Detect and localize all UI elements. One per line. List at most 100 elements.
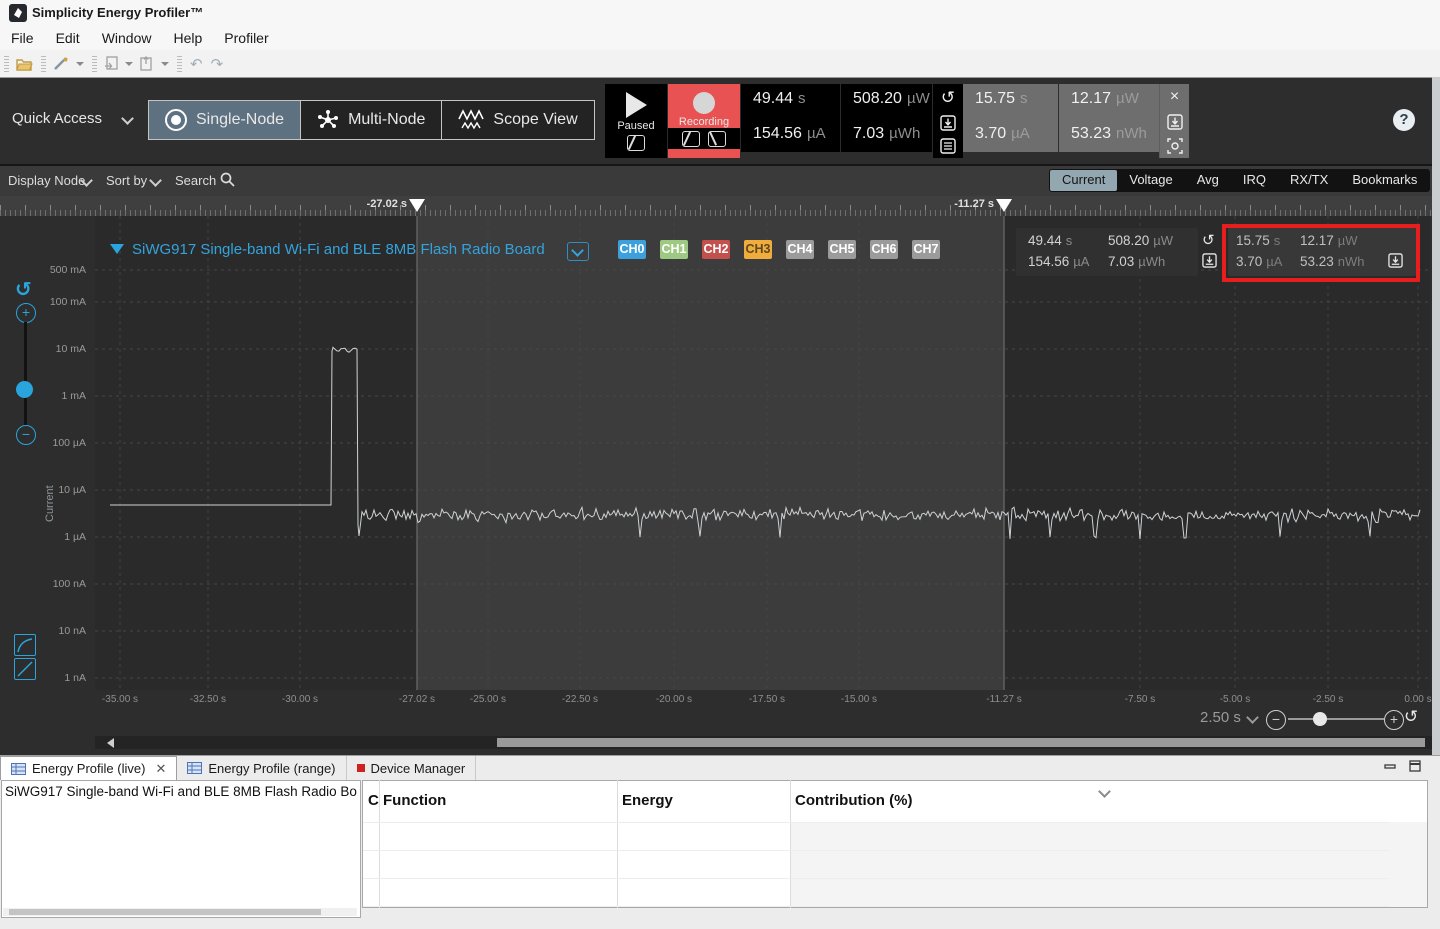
- clear-data-icon[interactable]: [682, 131, 700, 147]
- zoom-slider-track[interactable]: [24, 322, 27, 426]
- node-list-scrollbar-thumb[interactable]: [9, 909, 321, 915]
- column-options-chevron-icon[interactable]: [1100, 783, 1109, 801]
- channel-badge-ch0[interactable]: CH0: [618, 240, 646, 259]
- maximize-panel-icon[interactable]: [1408, 759, 1422, 773]
- node-list-scrollbar[interactable]: [3, 908, 357, 916]
- device-dropdown-button[interactable]: [567, 242, 589, 261]
- range-stats-actions: ×: [1159, 84, 1189, 158]
- open-folder-icon[interactable]: [16, 57, 34, 71]
- header-export-live-icon[interactable]: [1202, 253, 1217, 268]
- tab-rxtx[interactable]: RX/TX: [1278, 170, 1340, 191]
- device-name[interactable]: SiWG917 Single-band Wi-Fi and BLE 8MB Fl…: [132, 241, 545, 258]
- tab-bookmarks[interactable]: Bookmarks: [1340, 170, 1429, 191]
- channel-badge-ch2[interactable]: CH2: [702, 240, 730, 259]
- clear-session-icon[interactable]: [708, 131, 726, 147]
- tab-irq[interactable]: IRQ: [1231, 170, 1278, 191]
- menu-file[interactable]: File: [0, 26, 45, 50]
- export-icon[interactable]: [140, 56, 154, 71]
- chart-horizontal-scrollbar[interactable]: [95, 736, 1432, 749]
- toolbar-drag-handle: [92, 56, 97, 72]
- zoom-out-button[interactable]: −: [16, 425, 36, 445]
- display-node-dropdown[interactable]: Display Node: [8, 173, 85, 188]
- node-list-item[interactable]: SiWG917 Single-band Wi-Fi and BLE 8MB Fl…: [5, 784, 357, 799]
- import-dropdown-icon[interactable]: [125, 62, 133, 66]
- zoom-window-slider-handle[interactable]: [1313, 712, 1327, 726]
- single-node-label: Single-Node: [196, 111, 284, 129]
- channel-badge-ch4[interactable]: CH4: [786, 240, 814, 259]
- close-range-icon[interactable]: ×: [1170, 88, 1179, 106]
- header-live-current: 154.56µA: [1028, 253, 1089, 271]
- chart-scrollbar-thumb[interactable]: [497, 738, 1425, 747]
- menu-edit[interactable]: Edit: [45, 26, 91, 50]
- zoom-slider-handle[interactable]: [16, 381, 33, 398]
- search-label[interactable]: Search: [175, 173, 216, 188]
- chart-vertical-scrollbar[interactable]: [1432, 77, 1440, 755]
- channel-badge-ch6[interactable]: CH6: [870, 240, 898, 259]
- zoom-window-in-button[interactable]: +: [1384, 710, 1404, 730]
- current-plot[interactable]: [95, 216, 1430, 690]
- forward-icon[interactable]: ↷: [211, 55, 224, 73]
- time-ruler[interactable]: -27.02 s-11.27 s: [0, 196, 1432, 216]
- col-header-function[interactable]: Function: [383, 792, 446, 809]
- reset-zoom-icon[interactable]: ↺: [15, 277, 32, 301]
- menu-bar: File Edit Window Help Profiler: [0, 26, 1440, 50]
- multi-node-button[interactable]: Multi-Node: [301, 101, 442, 139]
- range-marker-handle[interactable]: [409, 199, 425, 212]
- table-row: [363, 878, 1389, 879]
- export-range-icon[interactable]: [1167, 114, 1183, 130]
- channel-badge-ch5[interactable]: CH5: [828, 240, 856, 259]
- tab-energy-profile-range[interactable]: Energy Profile (range): [177, 756, 346, 780]
- scroll-left-icon[interactable]: [107, 738, 114, 748]
- channel-badge-ch3[interactable]: CH3: [744, 240, 772, 259]
- x-tick-label: -2.50 s: [1293, 694, 1363, 705]
- menu-profiler[interactable]: Profiler: [213, 26, 279, 50]
- sort-by-dropdown[interactable]: Sort by: [106, 173, 147, 188]
- header-reset-live-icon[interactable]: ↺: [1202, 231, 1215, 249]
- device-collapse-icon[interactable]: [110, 244, 124, 254]
- col-header-energy[interactable]: Energy: [622, 792, 673, 809]
- back-icon[interactable]: ↶: [190, 55, 203, 73]
- single-node-button[interactable]: Single-Node: [149, 101, 301, 139]
- zoom-window-value[interactable]: 2.50 s: [1200, 709, 1241, 726]
- tab-current[interactable]: Current: [1050, 170, 1117, 191]
- range-marker-handle[interactable]: [996, 199, 1012, 212]
- linear-scale-button[interactable]: [14, 658, 36, 680]
- close-tab-icon[interactable]: ✕: [155, 761, 166, 777]
- screenshot-icon[interactable]: [1167, 138, 1183, 154]
- zoom-window-reset-icon[interactable]: ↺: [1404, 707, 1418, 727]
- log-scale-button[interactable]: [14, 634, 36, 656]
- tab-voltage[interactable]: Voltage: [1117, 170, 1184, 191]
- paused-column: Paused: [605, 84, 668, 158]
- import-icon[interactable]: [104, 56, 118, 71]
- record-icon: [693, 92, 715, 114]
- tab-label: Energy Profile (range): [208, 761, 335, 776]
- menu-help[interactable]: Help: [162, 26, 213, 50]
- event-list-icon[interactable]: [940, 138, 956, 154]
- export-dropdown-icon[interactable]: [161, 62, 169, 66]
- channel-badge-ch1[interactable]: CH1: [660, 240, 688, 259]
- clear-graph-icon[interactable]: [627, 135, 645, 151]
- x-tick-label: -30.00 s: [265, 694, 335, 705]
- scope-view-button[interactable]: Scope View: [442, 101, 593, 139]
- col-header-contribution[interactable]: Contribution (%): [795, 792, 912, 809]
- connect-tool-icon[interactable]: [53, 57, 69, 71]
- connect-tool-dropdown-icon[interactable]: [76, 62, 84, 66]
- reset-live-stats-icon[interactable]: ↺: [941, 88, 955, 108]
- zoom-in-button[interactable]: +: [16, 303, 36, 323]
- recording-button[interactable]: Recording: [668, 84, 741, 158]
- help-button[interactable]: ?: [1393, 109, 1415, 131]
- col-header-c[interactable]: C: [368, 792, 379, 809]
- tab-avg[interactable]: Avg: [1185, 170, 1231, 191]
- live-current-unit: µA: [807, 125, 826, 142]
- menu-window[interactable]: Window: [91, 26, 163, 50]
- search-icon[interactable]: [220, 172, 235, 187]
- tab-energy-profile-live[interactable]: Energy Profile (live) ✕: [0, 756, 177, 780]
- zoom-window-out-button[interactable]: −: [1266, 710, 1286, 730]
- tab-device-manager[interactable]: Device Manager: [347, 756, 477, 780]
- quick-access-label[interactable]: Quick Access: [12, 110, 102, 127]
- channel-badge-ch7[interactable]: CH7: [912, 240, 940, 259]
- export-live-icon[interactable]: [940, 115, 956, 131]
- zoom-window-slider-track[interactable]: [1288, 718, 1384, 720]
- minimize-panel-icon[interactable]: [1383, 759, 1397, 773]
- play-icon[interactable]: [626, 92, 647, 118]
